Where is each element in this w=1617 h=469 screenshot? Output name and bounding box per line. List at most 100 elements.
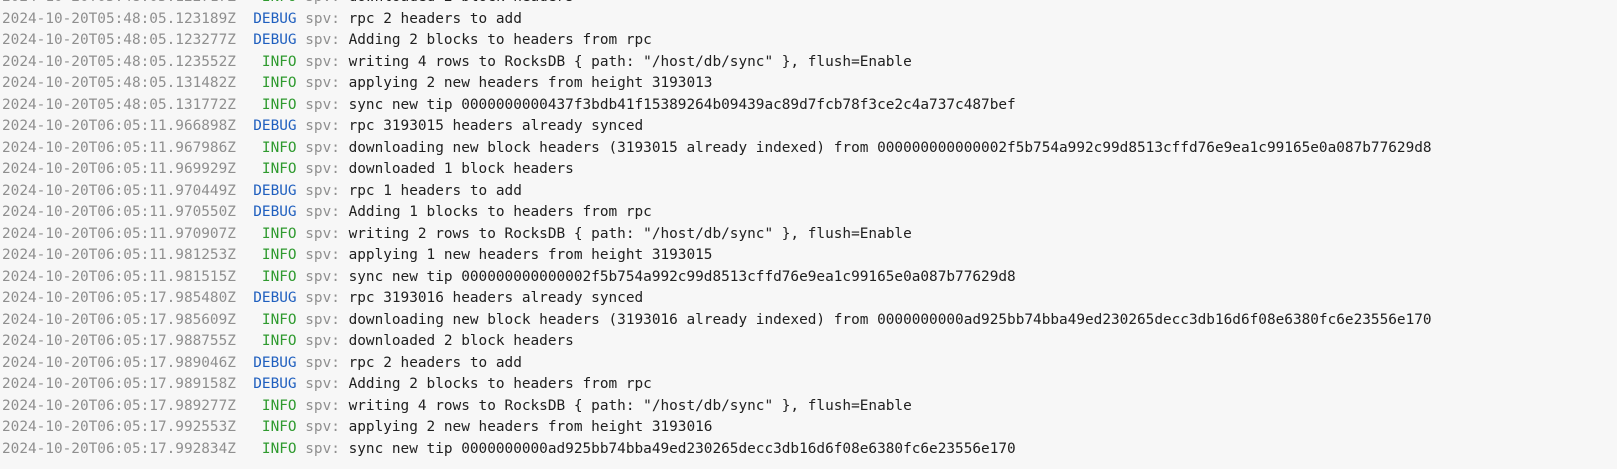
log-timestamp: 2024-10-20T06:05:17.992834Z	[2, 440, 236, 457]
log-level-badge: DEBUG	[253, 32, 297, 48]
log-target: spv:	[305, 311, 340, 328]
log-line: 2024-10-20T06:05:11.981253Z INFO spv: ap…	[2, 245, 1432, 267]
log-message: sync new tip 000000000000002f5b754a992c9…	[348, 268, 1016, 285]
log-level-badge: DEBUG	[253, 10, 297, 27]
log-line: 2024-10-20T05:48:05.123552Z INFO spv: wr…	[2, 52, 1432, 74]
log-level-badge: INFO	[261, 53, 297, 70]
log-line: 2024-10-20T06:05:11.981515Z INFO spv: sy…	[2, 267, 1432, 289]
log-target: spv:	[305, 440, 340, 457]
log-timestamp: 2024-10-20T06:05:11.981515Z	[2, 268, 236, 285]
log-target: spv:	[305, 333, 340, 349]
log-line: 2024-10-20T06:05:17.989046Z DEBUG spv: r…	[2, 353, 1432, 375]
log-message: rpc 1 headers to add	[348, 182, 522, 199]
log-target: spv:	[305, 75, 340, 91]
log-level-badge: INFO	[261, 397, 297, 414]
log-line: 2024-10-20T06:05:17.992834Z INFO spv: sy…	[2, 439, 1432, 461]
log-target: spv:	[305, 225, 340, 242]
log-timestamp: 2024-10-20T06:05:17.988755Z	[2, 333, 236, 349]
log-target: spv:	[305, 118, 340, 134]
log-message: rpc 2 headers to add	[348, 10, 522, 27]
log-line: 2024-10-20T06:05:17.988755Z INFO spv: do…	[2, 331, 1432, 353]
log-level-badge: DEBUG	[253, 290, 297, 306]
log-timestamp: 2024-10-20T06:05:17.992553Z	[2, 419, 236, 435]
log-message: downloaded 1 block headers	[348, 161, 574, 177]
log-timestamp: 2024-10-20T05:48:05.122717Z	[2, 0, 236, 5]
log-line: 2024-10-20T06:05:11.967986Z INFO spv: do…	[2, 138, 1432, 160]
log-timestamp: 2024-10-20T06:05:11.969929Z	[2, 161, 236, 177]
log-message: sync new tip 0000000000ad925bb74bba49ed2…	[348, 440, 1016, 457]
log-message: applying 1 new headers from height 31930…	[348, 247, 713, 263]
log-level-badge: DEBUG	[253, 376, 297, 392]
log-timestamp: 2024-10-20T06:05:11.970550Z	[2, 204, 236, 220]
log-timestamp: 2024-10-20T05:48:05.123189Z	[2, 10, 236, 27]
log-level-badge: DEBUG	[253, 354, 297, 371]
log-line: 2024-10-20T05:48:05.123277Z DEBUG spv: A…	[2, 30, 1432, 52]
log-level-badge: INFO	[261, 440, 297, 457]
log-level-badge: INFO	[261, 96, 297, 113]
log-target: spv:	[305, 161, 340, 177]
log-message: downloaded 2 block headers	[348, 333, 574, 349]
log-target: spv:	[305, 0, 340, 5]
log-message: applying 2 new headers from height 31930…	[348, 75, 713, 91]
log-target: spv:	[305, 268, 340, 285]
log-message: rpc 3193016 headers already synced	[348, 290, 644, 306]
log-timestamp: 2024-10-20T05:48:05.131772Z	[2, 96, 236, 113]
log-message: Adding 2 blocks to headers from rpc	[348, 376, 652, 392]
log-message: rpc 2 headers to add	[348, 354, 522, 371]
log-timestamp: 2024-10-20T06:05:11.967986Z	[2, 139, 236, 156]
log-message: downloading new block headers (3193015 a…	[348, 139, 1432, 156]
log-message: downloading new block headers (3193016 a…	[348, 311, 1432, 328]
log-timestamp: 2024-10-20T06:05:11.966898Z	[2, 118, 236, 134]
log-level-badge: INFO	[245, 0, 297, 9]
log-timestamp: 2024-10-20T06:05:17.985480Z	[2, 290, 236, 306]
log-target: spv:	[305, 419, 340, 435]
log-output-panel[interactable]: 2024-10-20T05:48:05.122717Z INFO spv: do…	[0, 0, 1617, 469]
log-line: 2024-10-20T06:05:11.970550Z DEBUG spv: A…	[2, 202, 1432, 224]
log-line: 2024-10-20T06:05:11.969929Z INFO spv: do…	[2, 159, 1432, 181]
log-message: writing 4 rows to RocksDB { path: "/host…	[348, 53, 912, 70]
log-line: 2024-10-20T06:05:17.992553Z INFO spv: ap…	[2, 417, 1432, 439]
log-timestamp: 2024-10-20T06:05:17.989277Z	[2, 397, 236, 414]
log-target: spv:	[305, 290, 340, 306]
log-message: writing 4 rows to RocksDB { path: "/host…	[348, 397, 912, 414]
log-level-badge: INFO	[261, 161, 297, 177]
log-target: spv:	[305, 32, 340, 48]
log-line: 2024-10-20T06:05:11.970449Z DEBUG spv: r…	[2, 181, 1432, 203]
log-timestamp: 2024-10-20T06:05:17.989158Z	[2, 376, 236, 392]
log-target: spv:	[305, 10, 340, 27]
log-message: downloaded 2 block headers	[349, 0, 574, 5]
log-message: sync new tip 0000000000437f3bdb41f153892…	[348, 96, 1016, 113]
log-timestamp: 2024-10-20T06:05:17.985609Z	[2, 311, 236, 328]
log-level-badge: INFO	[261, 419, 297, 435]
log-message: Adding 1 blocks to headers from rpc	[348, 204, 652, 220]
log-target: spv:	[305, 139, 340, 156]
log-target: spv:	[305, 53, 340, 70]
log-message: Adding 2 blocks to headers from rpc	[348, 32, 652, 48]
log-target: spv:	[305, 204, 340, 220]
log-line: 2024-10-20T06:05:11.970907Z INFO spv: wr…	[2, 224, 1432, 246]
log-timestamp: 2024-10-20T06:05:11.970449Z	[2, 182, 236, 199]
log-target: spv:	[305, 96, 340, 113]
log-message: writing 2 rows to RocksDB { path: "/host…	[348, 225, 912, 242]
log-level-badge: INFO	[261, 225, 297, 242]
log-lines: 2024-10-20T05:48:05.122717Z INFO spv: do…	[2, 0, 1432, 460]
log-target: spv:	[305, 376, 340, 392]
log-line: 2024-10-20T05:48:05.131482Z INFO spv: ap…	[2, 73, 1432, 95]
log-level-badge: INFO	[261, 333, 297, 349]
log-line: 2024-10-20T06:05:17.985609Z INFO spv: do…	[2, 310, 1432, 332]
log-line: 2024-10-20T06:05:17.989158Z DEBUG spv: A…	[2, 374, 1432, 396]
log-timestamp: 2024-10-20T05:48:05.131482Z	[2, 75, 236, 91]
log-timestamp: 2024-10-20T05:48:05.123552Z	[2, 53, 236, 70]
log-level-badge: DEBUG	[253, 182, 297, 199]
log-timestamp: 2024-10-20T06:05:17.989046Z	[2, 354, 236, 371]
log-line: 2024-10-20T06:05:17.989277Z INFO spv: wr…	[2, 396, 1432, 418]
log-target: spv:	[305, 397, 340, 414]
log-target: spv:	[305, 182, 340, 199]
log-line: 2024-10-20T05:48:05.131772Z INFO spv: sy…	[2, 95, 1432, 117]
log-level-badge: INFO	[261, 75, 297, 91]
log-message: rpc 3193015 headers already synced	[348, 118, 644, 134]
log-level-badge: DEBUG	[253, 118, 297, 134]
log-message: applying 2 new headers from height 31930…	[348, 419, 713, 435]
log-level-badge: INFO	[261, 311, 297, 328]
log-level-badge: INFO	[261, 139, 297, 156]
